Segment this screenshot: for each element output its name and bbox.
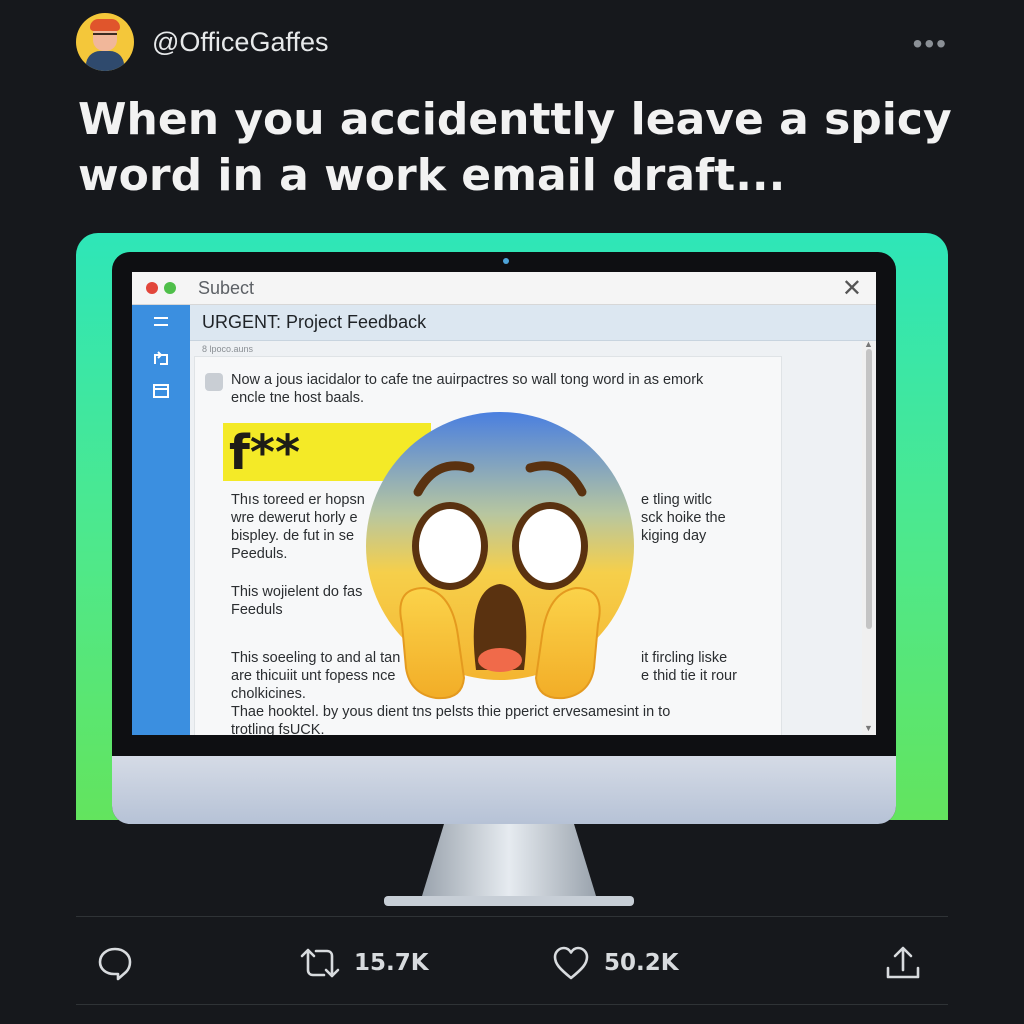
post-header: @OfficeGaffes •••	[76, 13, 948, 71]
maximize-dot[interactable]	[164, 282, 176, 294]
subject-bar: URGENT: Project Feedback	[190, 305, 876, 341]
retweet-button[interactable]: 15.7K	[300, 936, 429, 990]
share-button[interactable]	[884, 936, 922, 990]
user-handle[interactable]: @OfficeGaffes	[152, 27, 329, 58]
para3-right-line: it fircling liske	[641, 650, 728, 666]
avatar[interactable]	[76, 13, 134, 71]
camera-dot	[503, 258, 509, 264]
like-icon	[553, 946, 589, 980]
retweet-icon	[300, 948, 340, 978]
post-title: When you accidenttly leave a spicy word …	[78, 92, 958, 204]
post-title-line-1: When you accidenttly leave a spicy	[78, 94, 952, 145]
more-icon[interactable]: •••	[913, 28, 948, 60]
monitor-stand	[384, 824, 634, 906]
retweet-count: 15.7K	[354, 950, 429, 976]
paragraph-3-right: it fircling liske e thid tie it rour	[641, 649, 771, 685]
like-button[interactable]: 50.2K	[552, 936, 679, 990]
para3-right-line: e thid tie it rour	[641, 668, 737, 684]
intro-line-1: Now a jous iacidalor to cafe tne auirpac…	[231, 372, 704, 388]
scrollbar[interactable]: ▲ ▼	[862, 339, 876, 735]
share-icon	[886, 946, 920, 979]
email-sidebar	[132, 305, 190, 735]
window-title-bar: Subect ✕	[132, 272, 876, 305]
paragraph-1-right: e tling witlc sck hoike the kiging day	[641, 491, 771, 545]
close-dot[interactable]	[146, 282, 158, 294]
reply-icon	[98, 947, 132, 981]
email-subject: URGENT: Project Feedback	[202, 312, 427, 332]
close-icon[interactable]: ✕	[842, 274, 862, 303]
censored-word: f**	[229, 425, 301, 481]
like-count: 50.2K	[604, 950, 679, 976]
intro-line-2: encle tne host baals.	[231, 390, 365, 406]
compose-icon[interactable]	[150, 349, 172, 367]
inbox-icon[interactable]	[150, 383, 172, 401]
screaming-emoji	[366, 412, 634, 700]
action-bar: 15.7K 50.2K	[76, 936, 948, 990]
para4-line: Thae hooktel. by yous dient tns pelsts t…	[231, 704, 671, 720]
para1-right-line: sck hoike the	[641, 510, 726, 526]
scroll-thumb[interactable]	[866, 349, 872, 629]
email-intro: Now a jous iacidalor to cafe tne auirpac…	[231, 371, 751, 407]
divider-bottom	[76, 1004, 948, 1005]
scroll-down-icon[interactable]: ▼	[864, 723, 873, 733]
scroll-up-icon[interactable]: ▲	[864, 339, 873, 349]
menu-icon[interactable]	[150, 315, 172, 333]
para1-right-line: e tling witlc	[641, 492, 712, 508]
post-title-line-2: word in a work email draft...	[78, 150, 786, 201]
paragraph-4: Thae hooktel. by yous dient tns pelsts t…	[231, 703, 771, 735]
window-title: Subect	[198, 278, 255, 298]
para4-line: trotling fsUCK.	[231, 722, 325, 735]
divider-top	[76, 916, 948, 917]
monitor-chin	[112, 756, 896, 824]
sender-icon	[205, 373, 223, 391]
email-meta: 8 lpoco.auns	[202, 344, 254, 354]
reply-button[interactable]	[96, 936, 148, 990]
para1-right-line: kiging day	[641, 528, 707, 544]
